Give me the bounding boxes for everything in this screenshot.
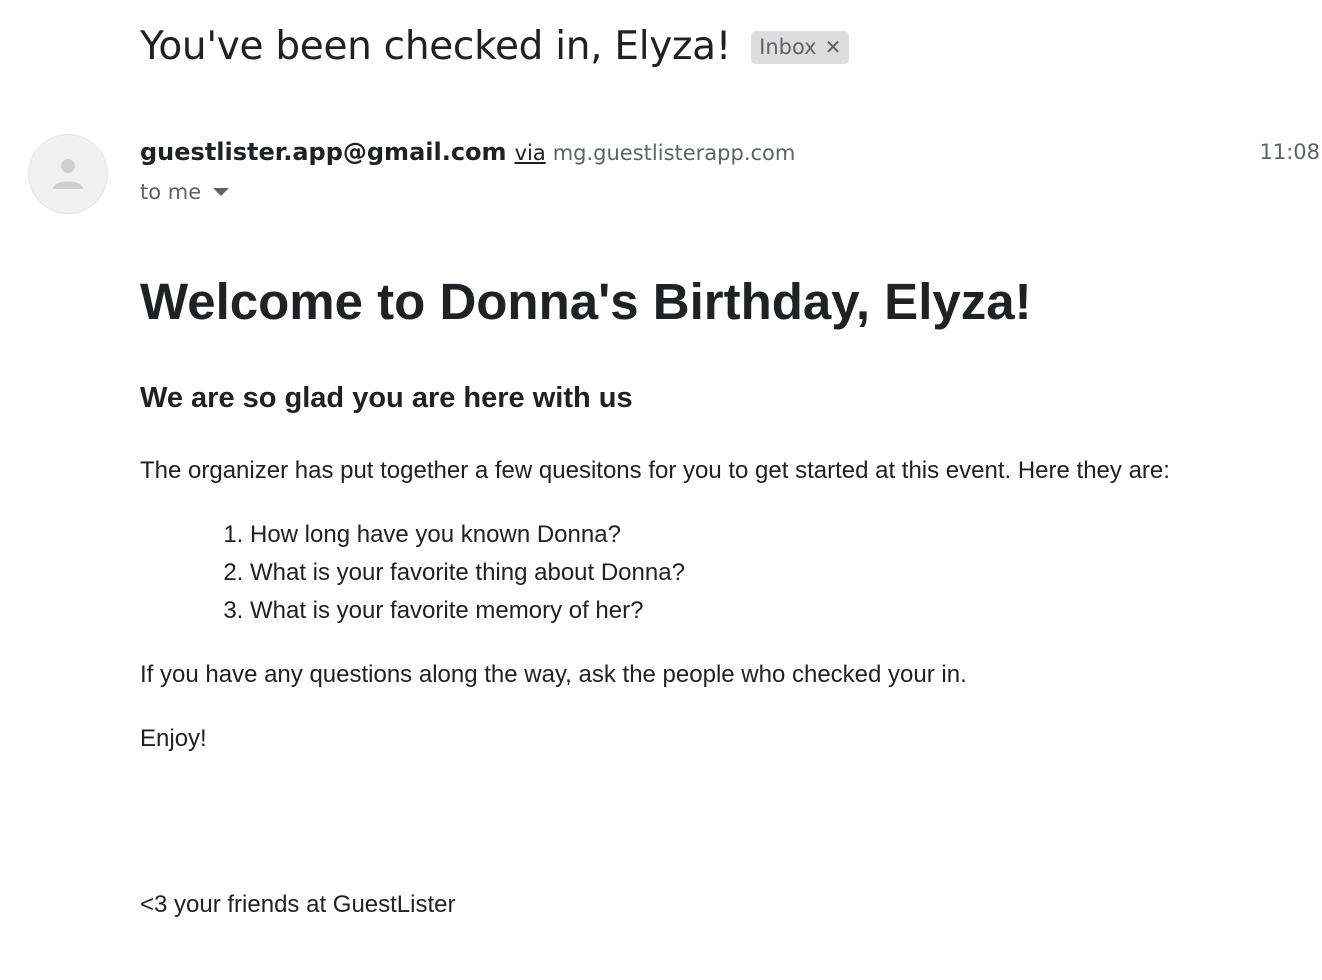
message-intro: The organizer has put together a few que… (140, 457, 1170, 484)
question-list: How long have you known Donna? What is y… (140, 516, 1310, 630)
remove-label-icon[interactable]: ✕ (825, 35, 842, 59)
message-signoff: <3 your friends at GuestLister (140, 891, 456, 918)
email-subject-row: You've been checked in, Elyza! Inbox ✕ (140, 24, 850, 69)
inbox-label-chip[interactable]: Inbox ✕ (751, 31, 850, 64)
message-subheading: We are so glad you are here with us (140, 382, 633, 414)
question-item: What is your favorite thing about Donna? (250, 554, 1310, 592)
email-timestamp[interactable]: 11:08 (1259, 140, 1320, 164)
inbox-label-text: Inbox (759, 35, 817, 59)
question-item: How long have you known Donna? (250, 516, 1310, 554)
via-domain: mg.guestlisterapp.com (552, 141, 796, 165)
sender-line: guestlister.app@gmail.com via mg.guestli… (140, 138, 795, 166)
message-closing: If you have any questions along the way,… (140, 661, 967, 688)
recipient-text: to me (140, 180, 202, 204)
chevron-down-icon[interactable] (213, 188, 230, 196)
sender-avatar[interactable] (28, 134, 108, 214)
via-link[interactable]: via (515, 141, 546, 165)
message-heading: Welcome to Donna's Birthday, Elyza! (140, 273, 1032, 330)
question-item: What is your favorite memory of her? (250, 592, 1310, 630)
person-icon (53, 159, 83, 189)
recipient-details-toggle[interactable]: to me (140, 180, 230, 204)
email-body: Welcome to Donna's Birthday, Elyza! We a… (140, 268, 1310, 922)
sender-email[interactable]: guestlister.app@gmail.com (140, 138, 507, 166)
message-enjoy: Enjoy! (140, 725, 207, 752)
email-subject: You've been checked in, Elyza! (140, 24, 732, 69)
